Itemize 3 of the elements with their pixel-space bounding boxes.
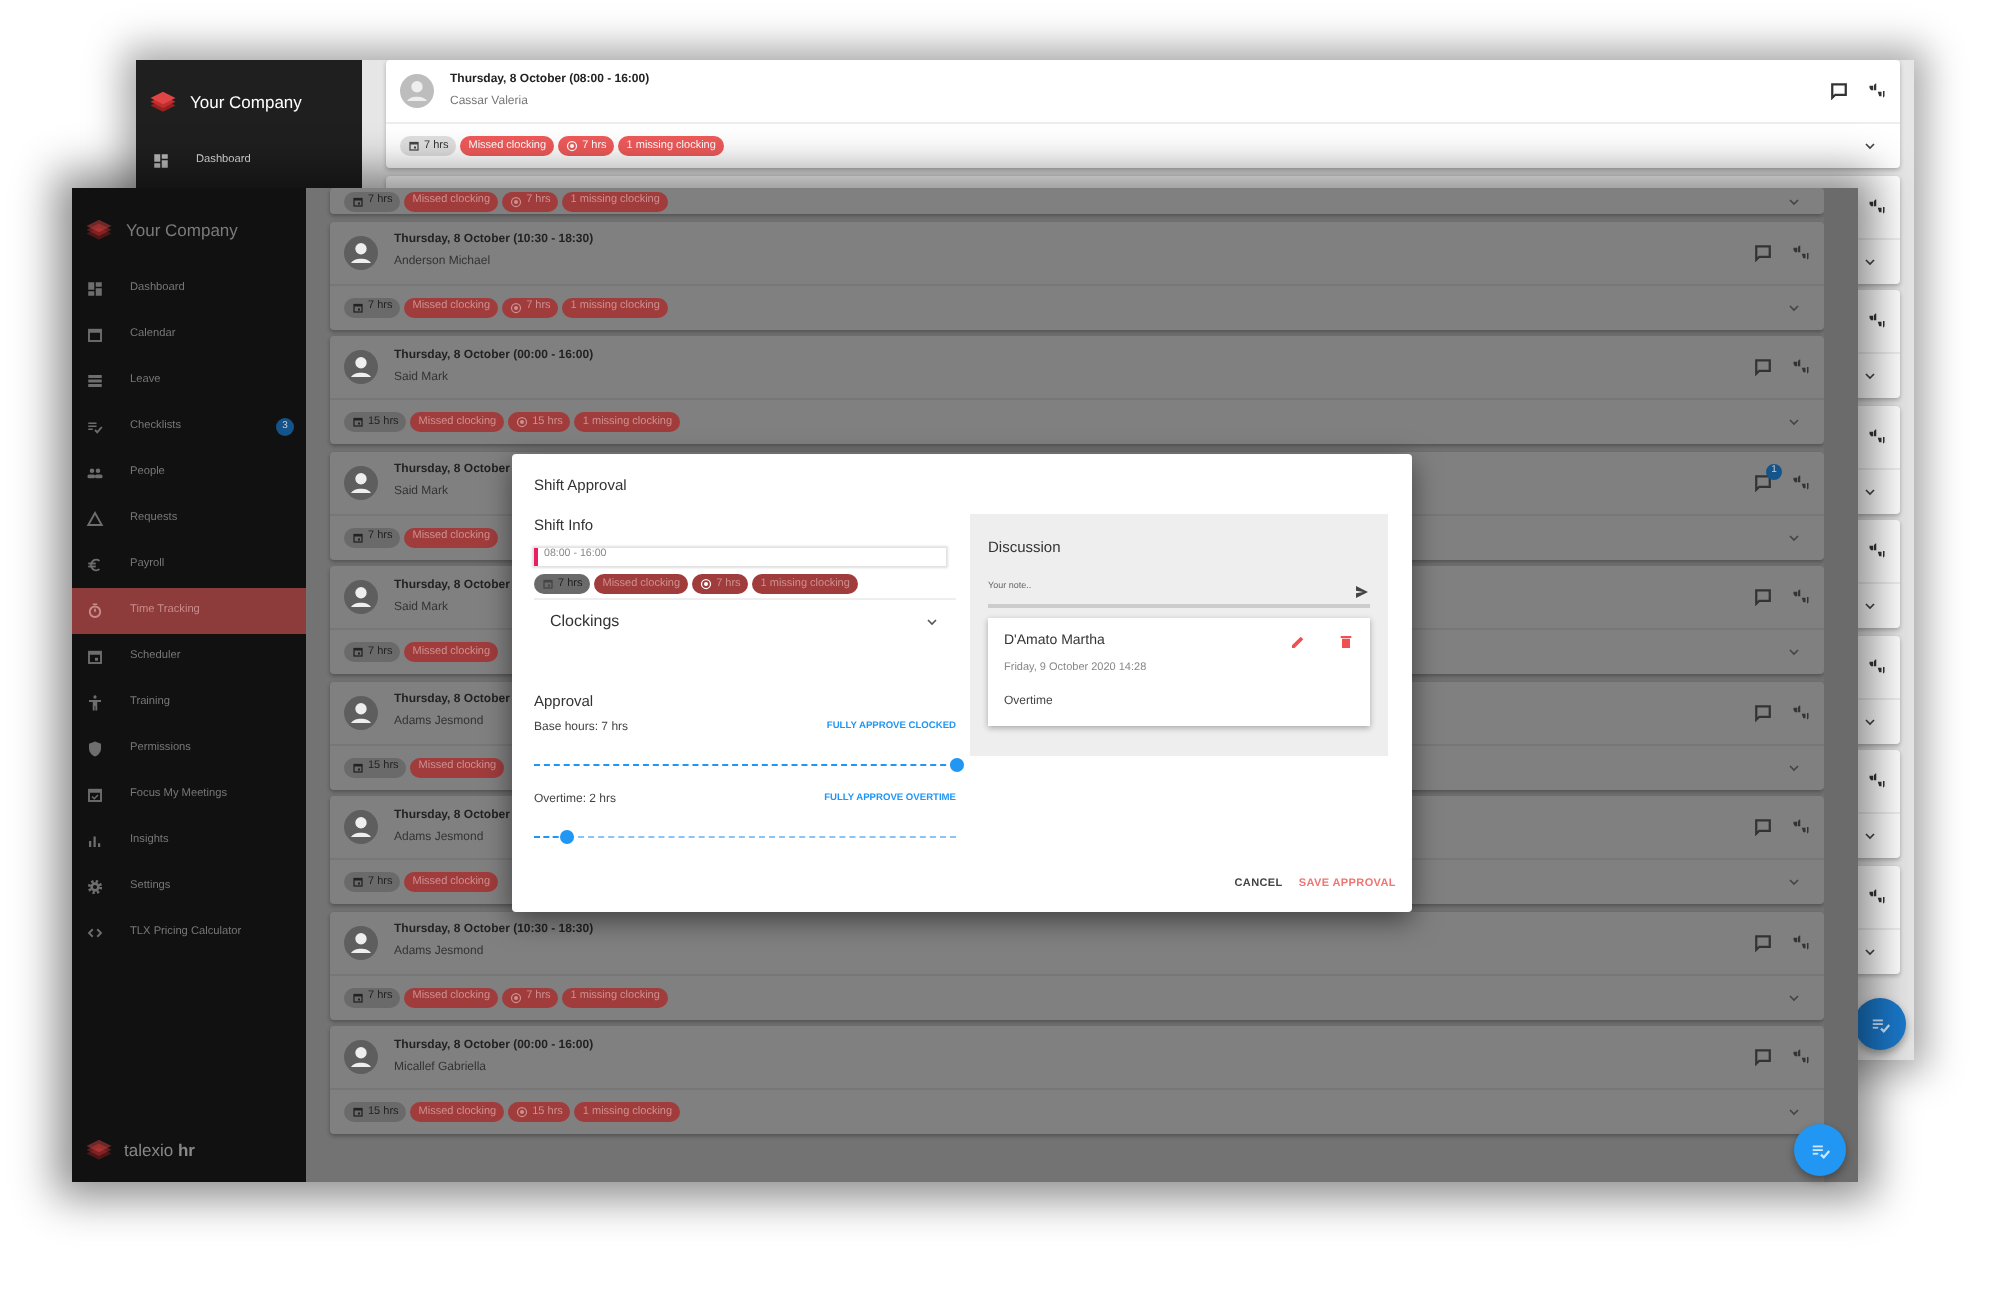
company-name: Your Company bbox=[126, 218, 238, 244]
company-name: Your Company bbox=[190, 90, 302, 116]
product-name: talexio hr bbox=[124, 1138, 195, 1164]
